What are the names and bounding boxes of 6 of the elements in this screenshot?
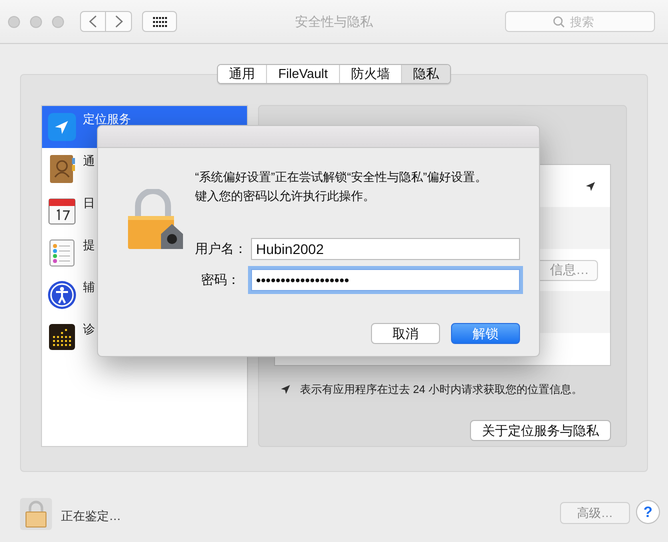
field-label: 密码： [200, 271, 240, 289]
dialog-message: “系统偏好设置”正在尝试解锁“安全性与隐私”偏好设置。 键入您的密码以允许执行此操作。 [195, 169, 488, 205]
field-label: 用户名： [195, 240, 240, 258]
note-text: 表示有应用程序在过去 24 小时内请求获取您的位置信息。 [300, 382, 582, 397]
lock-status: 正在鉴定… [61, 508, 121, 525]
window-title: 安全性与隐私 [295, 14, 373, 29]
